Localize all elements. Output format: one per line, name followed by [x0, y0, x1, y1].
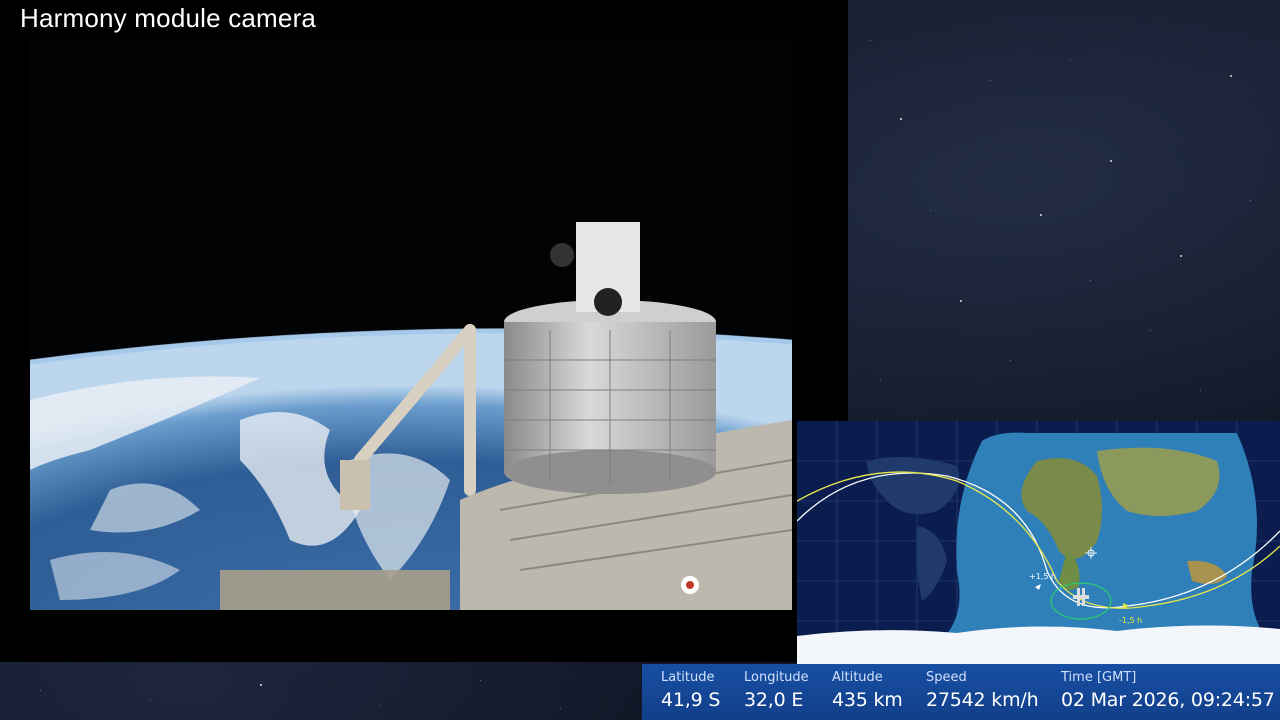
latitude-label: Latitude: [661, 670, 715, 685]
time-label: Time [GMT]: [1061, 670, 1137, 685]
time-field: Time [GMT] 02 Mar 2026, 09:24:57: [1061, 670, 1275, 711]
latitude-field: Latitude 41,9 S: [661, 670, 720, 711]
speed-field: Speed 27542 km/h: [926, 670, 1039, 711]
camera-feed[interactable]: [30, 40, 792, 610]
altitude-value: 435 km: [832, 689, 903, 711]
minus-marker: -1,5 h: [1119, 616, 1142, 625]
altitude-label: Altitude: [832, 670, 883, 685]
speed-value: 27542 km/h: [926, 689, 1039, 711]
longitude-value: 32,0 E: [744, 689, 804, 711]
camera-title: Harmony module camera: [20, 3, 317, 33]
time-value: 02 Mar 2026, 09:24:57: [1061, 689, 1275, 711]
longitude-label: Longitude: [744, 670, 809, 685]
longitude-field: Longitude 32,0 E: [744, 670, 809, 711]
iss-tracker-map[interactable]: +1,5 h -1,5 h: [797, 421, 1280, 664]
latitude-value: 41,9 S: [661, 689, 721, 711]
telemetry-bar: Latitude 41,9 S Longitude 32,0 E Altitud…: [642, 664, 1280, 720]
plus-marker: +1,5 h: [1029, 572, 1056, 581]
speed-label: Speed: [926, 670, 967, 685]
altitude-field: Altitude 435 km: [832, 670, 903, 711]
